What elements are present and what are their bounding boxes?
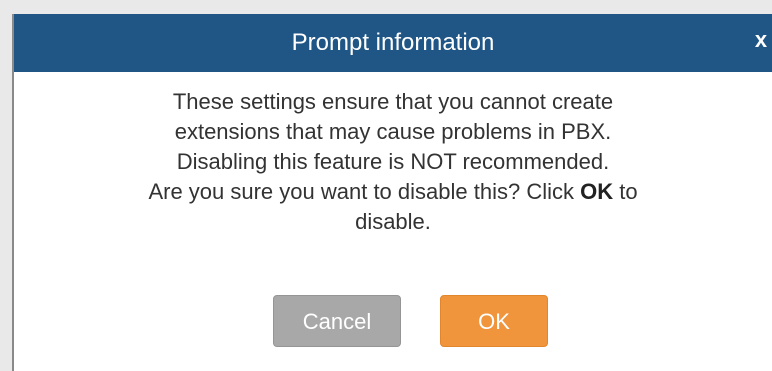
message-line-4-text: Are you sure you want to disable this? C… [148,179,581,204]
message-line-4-tail: to [613,179,638,204]
dialog-message: These settings ensure that you cannot cr… [44,87,742,237]
ok-button[interactable]: OK [440,295,548,347]
message-line-3: Disabling this feature is NOT recommende… [176,149,610,174]
close-icon[interactable]: x [752,26,770,54]
message-line-2: extensions that may cause problems in PB… [174,119,612,144]
cancel-button[interactable]: Cancel [273,295,401,347]
message-line-4: Are you sure you want to disable this? C… [44,177,742,207]
message-ok-emphasis: OK [580,179,614,204]
dialog-titlebar: Prompt information x [14,14,772,72]
message-line-1: These settings ensure that you cannot cr… [172,89,614,114]
prompt-dialog: Prompt information x These settings ensu… [12,14,772,371]
message-line-5: disable. [355,209,431,234]
dialog-title: Prompt information [291,29,495,56]
